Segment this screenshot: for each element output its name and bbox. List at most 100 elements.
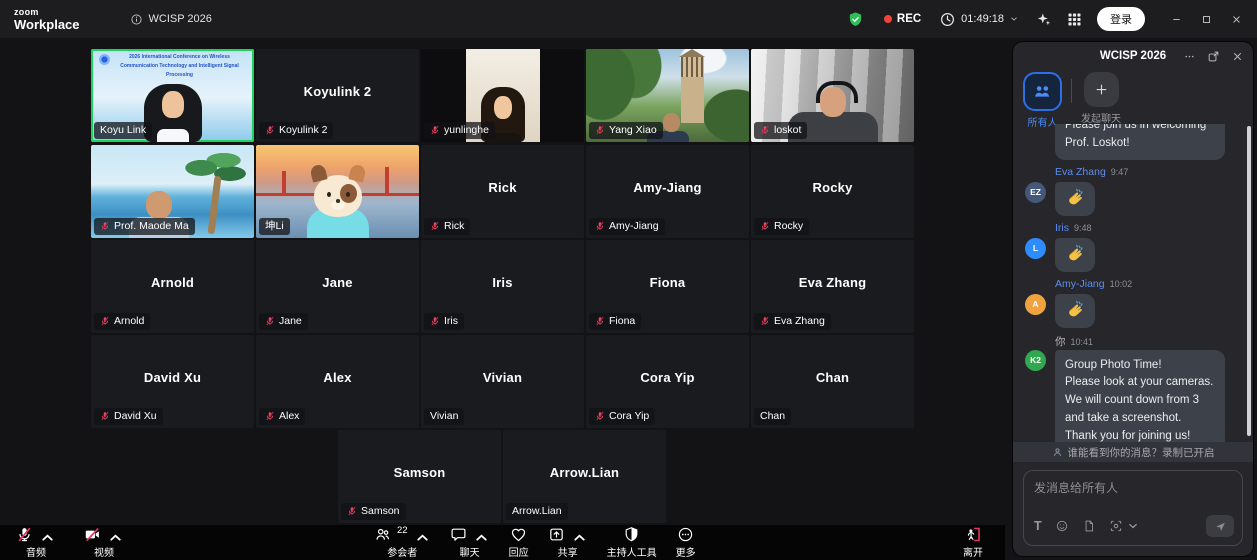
chat-message-bubble: Group Photo Time! Please look at your ca… bbox=[1055, 350, 1225, 442]
chat-timestamp: 9:48 bbox=[1074, 223, 1092, 233]
chat-timestamp: 10:41 bbox=[1071, 337, 1094, 347]
participant-tile-fiona[interactable]: FionaFiona bbox=[586, 240, 749, 333]
meeting-info[interactable]: WCISP 2026 bbox=[130, 13, 212, 26]
chat-author: Iris bbox=[1055, 222, 1069, 234]
participant-name: Arnold bbox=[151, 275, 194, 290]
participant-name-label: David Xu bbox=[94, 408, 163, 425]
tab-divider bbox=[1071, 79, 1072, 103]
chat-tabs: 所有人 发起聊天 bbox=[1013, 70, 1253, 124]
chat-scrollbar[interactable] bbox=[1247, 126, 1251, 436]
toolbar-audio-button[interactable]: 音频 bbox=[16, 526, 56, 559]
chat-compose-box[interactable]: 发消息给所有人 T bbox=[1023, 470, 1243, 546]
conference-banner-text: 2026 International Conference on Wireles… bbox=[113, 53, 246, 80]
participant-tile-cora-yip[interactable]: Cora YipCora Yip bbox=[586, 335, 749, 428]
participant-tile-david-xu[interactable]: David Xu David Xu bbox=[91, 335, 254, 428]
avatar: A bbox=[1025, 294, 1046, 315]
participant-name-label: Arnold bbox=[94, 313, 150, 330]
participant-tile-yang-xiao[interactable]: Yang Xiao bbox=[586, 49, 749, 142]
tab-everyone[interactable]: 所有人 bbox=[1023, 72, 1062, 129]
more-icon bbox=[677, 526, 694, 543]
security-shield-icon[interactable] bbox=[847, 11, 864, 28]
chat-popout-icon[interactable] bbox=[1207, 50, 1220, 63]
participant-tile-rocky[interactable]: RockyRocky bbox=[751, 145, 914, 238]
share-screen-icon bbox=[548, 526, 565, 543]
toolbar-video-button[interactable]: 视频 bbox=[84, 526, 124, 559]
chat-close-icon[interactable] bbox=[1231, 50, 1244, 63]
participant-name: Rick bbox=[488, 180, 516, 195]
toolbar-leave-button[interactable]: 离开 bbox=[963, 526, 983, 559]
window-minimize-button[interactable] bbox=[1161, 0, 1191, 38]
chevron-down-icon[interactable] bbox=[1126, 519, 1140, 533]
chat-input[interactable]: 发消息给所有人 bbox=[1024, 471, 1242, 515]
titlebar: zoom Workplace WCISP 2026 REC 01:49:18 登… bbox=[0, 0, 1257, 38]
toolbar-video-label: 视频 bbox=[94, 544, 114, 559]
chat-bubble-icon bbox=[450, 526, 467, 543]
mic-muted-small-icon bbox=[265, 411, 275, 421]
participant-tile-koyulink-2[interactable]: Koyulink 2Koyulink 2 bbox=[256, 49, 419, 142]
share-menu-caret[interactable] bbox=[571, 526, 588, 546]
toolbar-share-button[interactable]: 共享 bbox=[548, 526, 588, 559]
mic-muted-small-icon bbox=[430, 221, 440, 231]
apps-grid-icon[interactable] bbox=[1066, 11, 1083, 28]
participant-tile-arnold[interactable]: Arnold Arnold bbox=[91, 240, 254, 333]
participant-tile-koyu-link[interactable]: 2026 International Conference on Wireles… bbox=[91, 49, 254, 142]
participant-tile-yunlinghe[interactable]: yunlinghe bbox=[421, 49, 584, 142]
audio-menu-caret[interactable] bbox=[39, 526, 56, 546]
leave-door-icon bbox=[965, 526, 982, 543]
recording-indicator: REC bbox=[884, 13, 921, 25]
participant-name-label: Rocky bbox=[754, 218, 809, 235]
chat-more-icon[interactable] bbox=[1183, 50, 1196, 63]
toolbar-leave-label: 离开 bbox=[963, 544, 983, 559]
mic-muted-icon bbox=[16, 526, 33, 543]
participant-name: Vivian bbox=[483, 370, 522, 385]
chat-notice-text: 谁能看到你的消息？录制已开启 bbox=[1068, 445, 1215, 460]
file-icon[interactable] bbox=[1082, 519, 1096, 533]
tab-new-chat[interactable]: 发起聊天 bbox=[1081, 72, 1121, 125]
chevron-down-icon[interactable] bbox=[1009, 14, 1019, 24]
meeting-timer[interactable]: 01:49:18 bbox=[939, 11, 1019, 28]
participant-name: Eva Zhang bbox=[799, 275, 867, 290]
send-button[interactable] bbox=[1206, 515, 1234, 537]
tab-new-chat-label: 发起聊天 bbox=[1081, 110, 1121, 125]
chat-clap-emoji-bubble bbox=[1055, 294, 1095, 328]
plus-icon bbox=[1094, 82, 1109, 97]
participant-name-label: Cora Yip bbox=[589, 408, 655, 425]
participant-name-label: Vivian bbox=[424, 408, 464, 425]
participant-name-label: Koyu Link bbox=[94, 122, 152, 139]
participant-tile-jane[interactable]: JaneJane bbox=[256, 240, 419, 333]
chat-menu-caret[interactable] bbox=[473, 526, 490, 546]
screenshot-button[interactable] bbox=[1109, 519, 1140, 533]
participant-tile-loskot[interactable]: loskot bbox=[751, 49, 914, 142]
participant-tile-samson[interactable]: SamsonSamson bbox=[338, 430, 501, 523]
participant-tile-prof-maode-ma[interactable]: Prof. Maode Ma bbox=[91, 145, 254, 238]
login-button[interactable]: 登录 bbox=[1097, 7, 1145, 31]
participant-tile-alex[interactable]: AlexAlex bbox=[256, 335, 419, 428]
participant-tile-arrow-lian[interactable]: Arrow.LianArrow.Lian bbox=[503, 430, 666, 523]
window-maximize-button[interactable] bbox=[1191, 0, 1221, 38]
participant-name: Chan bbox=[816, 370, 849, 385]
participant-name: David Xu bbox=[144, 370, 201, 385]
participant-tile-chan[interactable]: ChanChan bbox=[751, 335, 914, 428]
participants-menu-caret[interactable] bbox=[414, 526, 431, 546]
participant-tile-rick[interactable]: RickRick bbox=[421, 145, 584, 238]
participant-tile-li[interactable]: 坤Li bbox=[256, 145, 419, 238]
participant-name: Amy-Jiang bbox=[633, 180, 701, 195]
meeting-title: WCISP 2026 bbox=[149, 13, 212, 25]
participant-tile-eva-zhang[interactable]: Eva ZhangEva Zhang bbox=[751, 240, 914, 333]
toolbar-participants-button[interactable]: 22参会者 bbox=[374, 526, 431, 559]
chat-visibility-notice[interactable]: 谁能看到你的消息？录制已开启 bbox=[1013, 442, 1253, 462]
toolbar-host-tools-button[interactable]: 主持人工具 bbox=[607, 526, 657, 559]
window-close-button[interactable] bbox=[1221, 0, 1251, 38]
participant-tile-iris[interactable]: IrisIris bbox=[421, 240, 584, 333]
toolbar-more-button[interactable]: 更多 bbox=[676, 526, 696, 559]
toolbar-reactions-button[interactable]: 回应 bbox=[509, 526, 529, 559]
ai-companion-icon[interactable] bbox=[1035, 11, 1052, 28]
chat-clap-emoji-bubble bbox=[1055, 238, 1095, 272]
emoji-icon[interactable] bbox=[1055, 519, 1069, 533]
toolbar-chat-button[interactable]: 聊天 bbox=[450, 526, 490, 559]
format-text-icon[interactable]: T bbox=[1034, 519, 1042, 533]
participant-tile-amy-jiang[interactable]: Amy-JiangAmy-Jiang bbox=[586, 145, 749, 238]
participant-name-label: Fiona bbox=[589, 313, 641, 330]
video-menu-caret[interactable] bbox=[107, 526, 124, 546]
participant-tile-vivian[interactable]: Vivian Vivian bbox=[421, 335, 584, 428]
